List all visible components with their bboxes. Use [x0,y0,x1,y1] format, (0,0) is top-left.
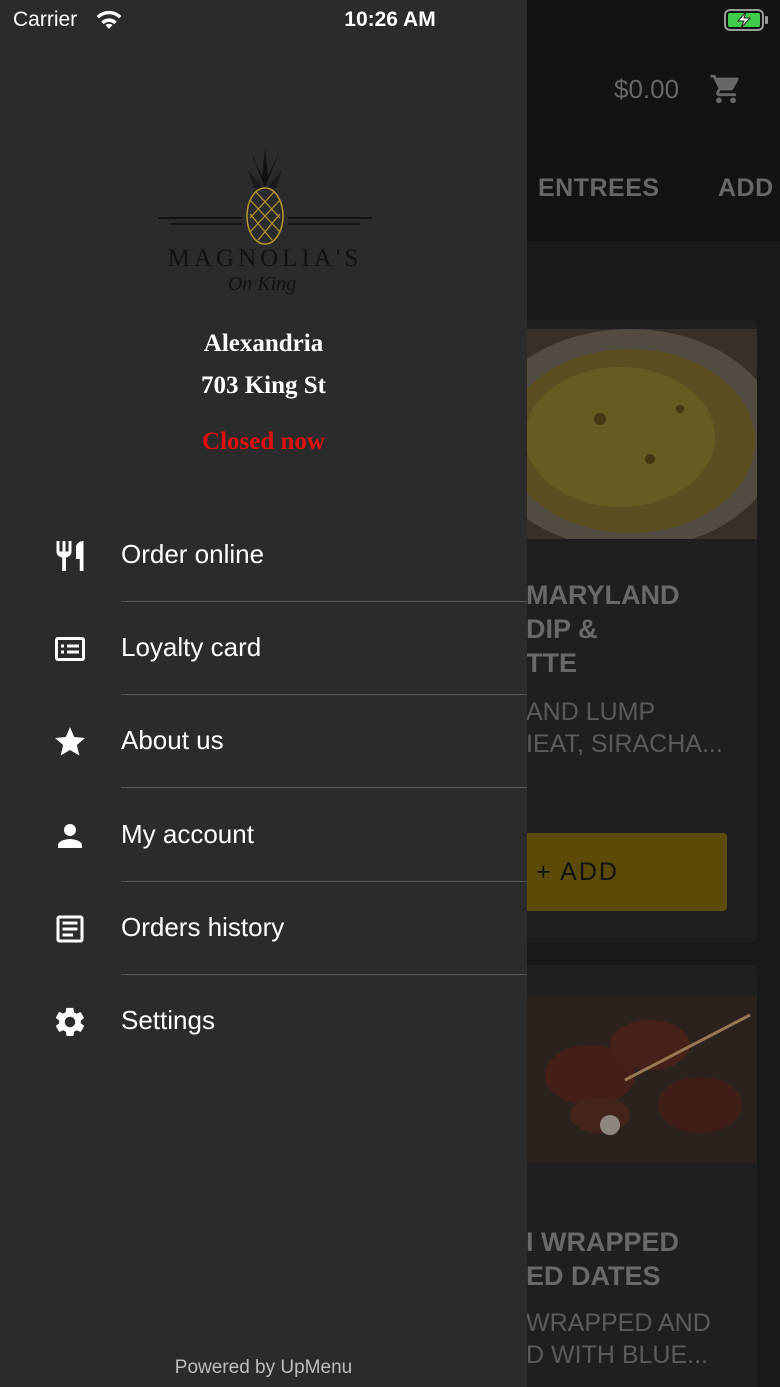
menu-item-order-online[interactable]: Order online [0,509,527,602]
gear-icon [55,1007,85,1036]
restaurant-city: Alexandria [203,330,324,357]
battery-icon [724,9,768,31]
restaurant-address: 703 King St [200,372,327,399]
app-screen: $0.00 ENTREES ADD MARYLAND DIP & TTE AND… [0,0,780,1387]
menu-item-settings[interactable]: Settings [0,975,527,1068]
logo-wordmark: MAGNOLIA'S [168,245,363,272]
menu-label: Settings [121,1005,215,1035]
open-status: Closed now [202,428,325,455]
drawer-scrim[interactable] [527,0,780,1387]
powered-by-footer[interactable]: Powered by UpMenu [0,1357,527,1379]
menu-item-my-account[interactable]: My account [0,789,527,882]
utensils-icon [56,541,84,571]
menu-label: Orders history [121,912,285,942]
clock: 10:26 AM [344,8,436,31]
menu-item-orders-history[interactable]: Orders history [0,882,527,975]
status-bar: Carrier 10:26 AM [0,0,780,40]
restaurant-logo: MAGNOLIA'S On King [158,148,372,295]
menu-item-about-us[interactable]: About us [0,695,527,788]
document-icon [56,915,84,943]
menu-label: About us [121,725,224,755]
person-icon [58,824,82,848]
menu-label: My account [121,819,254,849]
menu-label: Loyalty card [121,632,262,662]
logo-subtitle: On King [228,273,296,295]
divider [121,787,527,788]
card-icon [55,637,85,661]
menu-item-loyalty-card[interactable]: Loyalty card [0,602,527,695]
menu-label: Order online [121,539,265,569]
navigation-drawer: MAGNOLIA'S On King Alexandria 703 King S… [0,0,527,1387]
star-icon [55,727,85,756]
